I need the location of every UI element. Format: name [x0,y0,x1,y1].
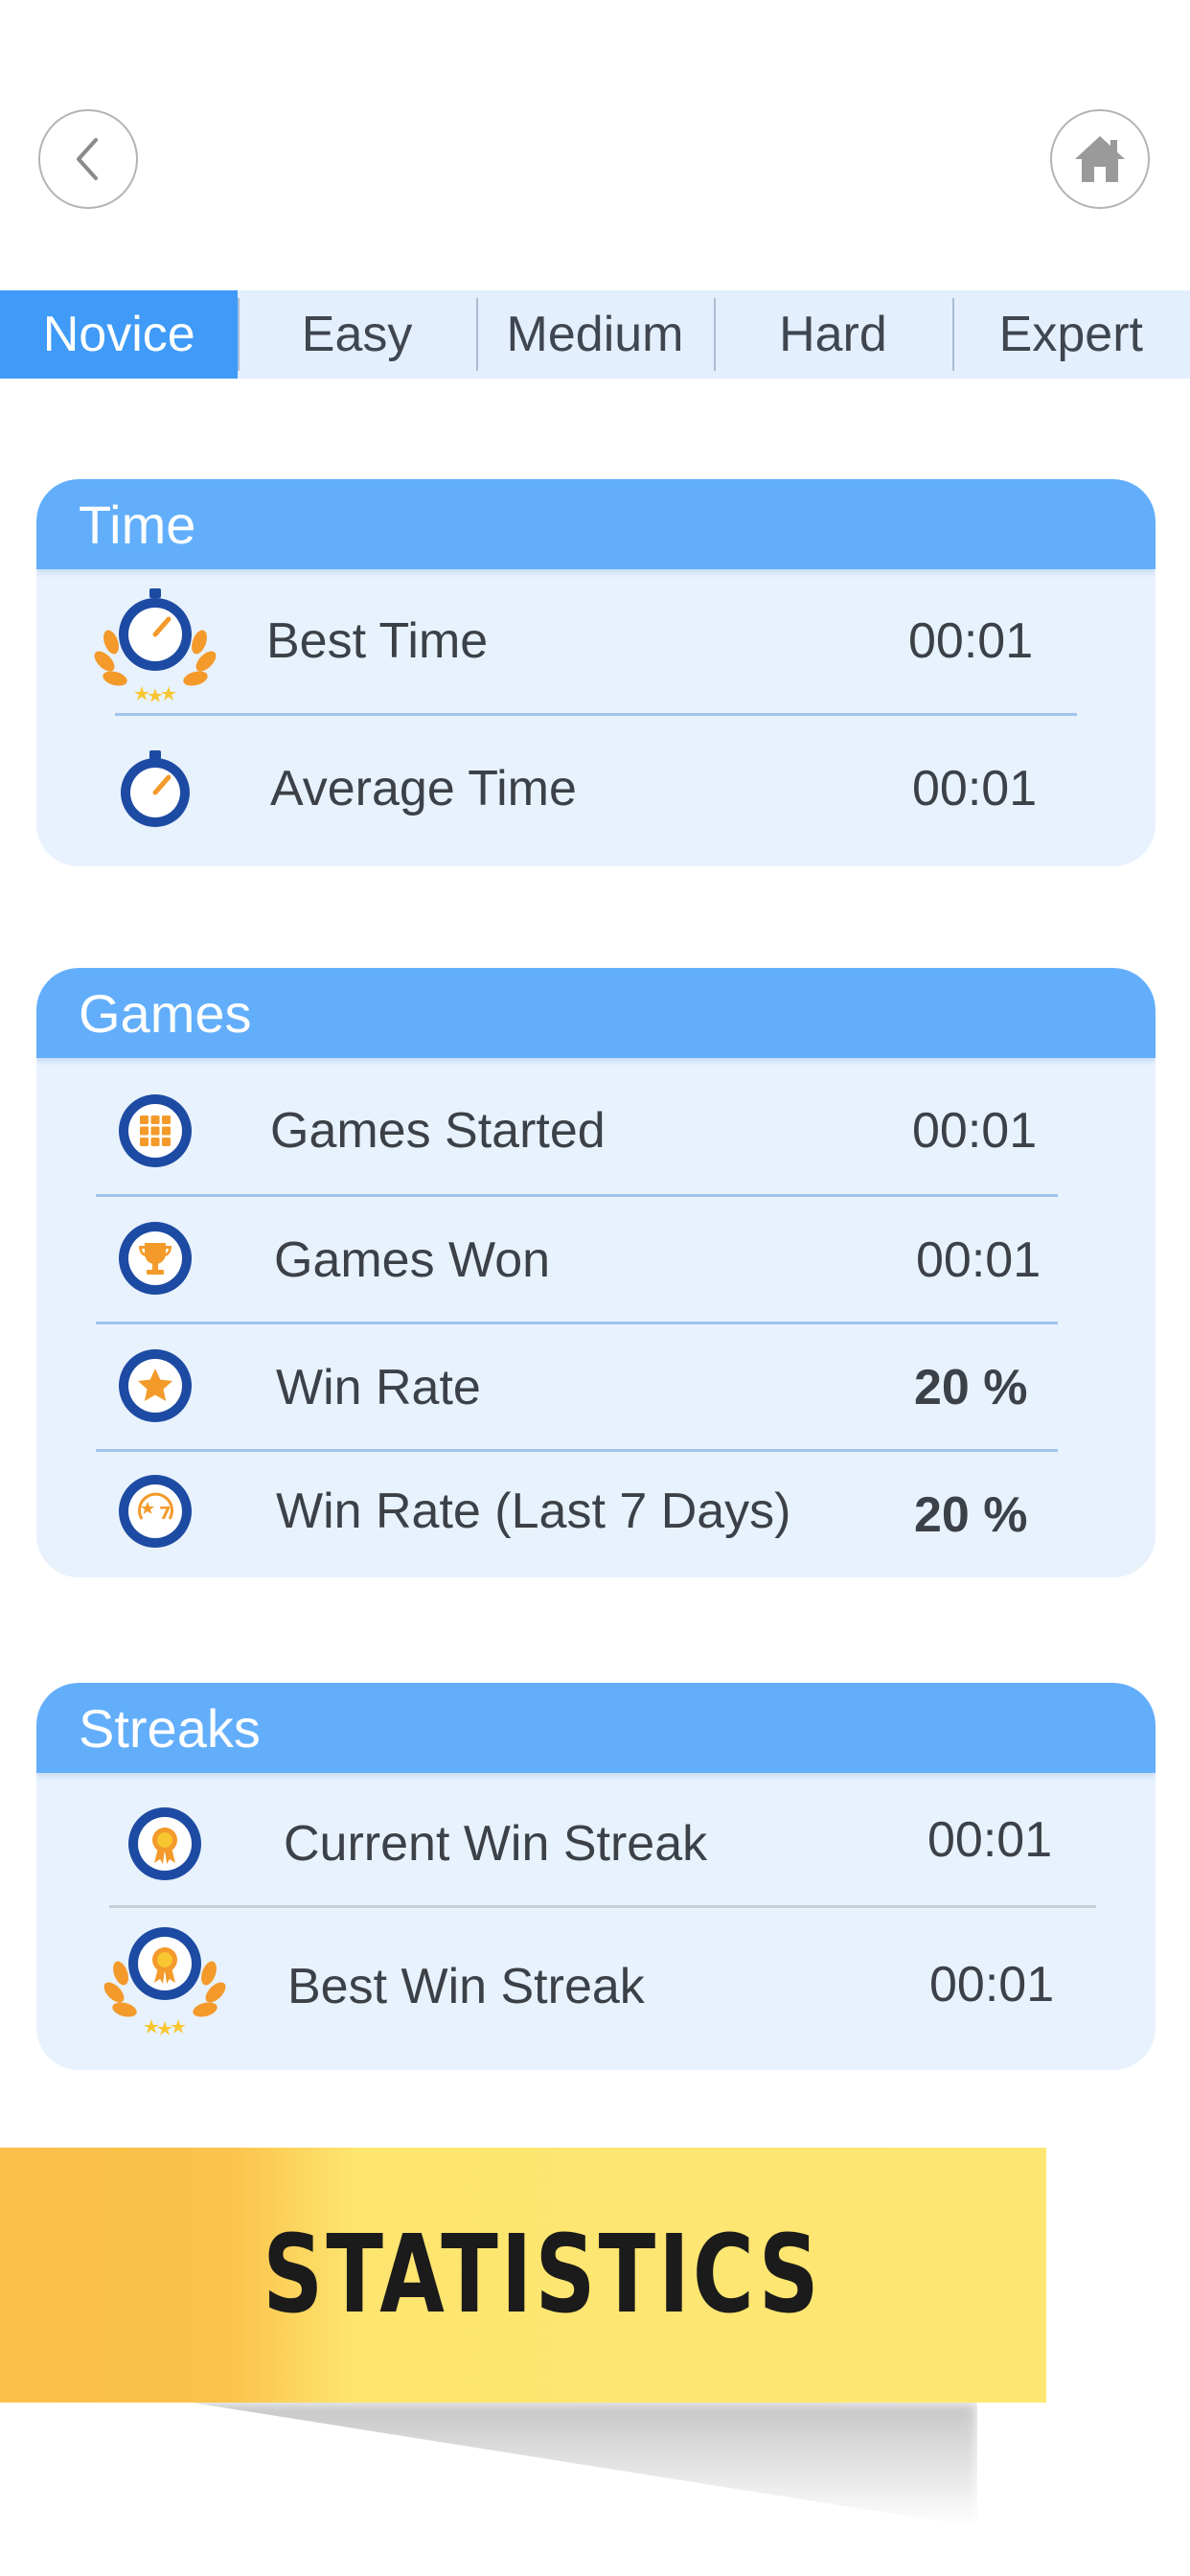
best-time-value: 00:01 [908,613,1034,669]
games-started-value: 00:01 [912,1103,1038,1159]
best-time-label: Best Time [266,613,489,669]
medal-laurel-icon [103,1927,226,2036]
tab-hard[interactable]: Hard [714,290,951,379]
difficulty-tabs: Novice Easy Medium Hard Expert [0,290,1190,379]
games-won-label: Games Won [274,1232,551,1288]
star-icon [119,1349,192,1422]
tab-easy[interactable]: Easy [238,290,475,379]
tab-novice[interactable]: Novice [0,290,239,379]
win-rate-7-days-label: Win Rate (Last 7 Days) [276,1484,791,1539]
tab-expert[interactable]: Expert [951,290,1190,379]
win-rate-7-days-row: 7 Win Rate (Last 7 Days) 20 % [36,1452,1156,1576]
trophy-icon [119,1222,192,1295]
win-rate-7-days-value: 20 % [914,1487,1028,1543]
time-card: Time Best Time 00:01 Average Time 00:01 [36,479,1156,866]
time-card-title: Time [36,479,1156,569]
home-icon [1075,136,1125,182]
tab-medium[interactable]: Medium [475,290,714,379]
best-win-streak-label: Best Win Streak [287,1959,645,2014]
home-button[interactable] [1050,109,1150,209]
grid-icon [119,1094,192,1167]
games-started-label: Games Started [270,1103,606,1159]
page-title: STATISTICS [263,2213,822,2337]
seven-days-icon: 7 [119,1475,192,1548]
chevron-left-icon [77,138,98,180]
best-win-streak-value: 00:01 [929,1957,1055,2012]
average-time-row: Average Time 00:01 [36,716,1156,860]
games-card: Games Games Started 00:01 Games Won 00:0… [36,968,1156,1577]
games-won-row: Games Won 00:01 [36,1197,1156,1322]
stopwatch-laurel-icon [94,588,217,702]
best-win-streak-row: Best Win Streak 00:01 [36,1908,1156,2061]
back-button[interactable] [38,109,138,209]
stopwatch-icon [121,750,190,827]
streaks-card-title: Streaks [36,1683,1156,1773]
games-started-row: Games Started 00:01 [36,1058,1156,1204]
win-rate-value: 20 % [914,1360,1028,1415]
svg-text:7: 7 [159,1504,172,1524]
best-time-row: Best Time 00:01 [36,569,1156,713]
current-win-streak-label: Current Win Streak [284,1816,708,1872]
statistics-banner: STATISTICS [0,2148,1046,2403]
streaks-card: Streaks Current Win Streak 00:01 Best Wi… [36,1683,1156,2070]
win-rate-label: Win Rate [276,1360,481,1415]
banner-shadow [192,2403,977,2527]
games-won-value: 00:01 [916,1232,1041,1288]
average-time-label: Average Time [270,761,577,816]
current-win-streak-row: Current Win Streak 00:01 [36,1773,1156,1915]
win-rate-row: Win Rate 20 % [36,1324,1156,1449]
average-time-value: 00:01 [912,761,1038,816]
games-card-title: Games [36,968,1156,1058]
current-win-streak-value: 00:01 [927,1812,1053,1868]
medal-icon [128,1807,201,1880]
